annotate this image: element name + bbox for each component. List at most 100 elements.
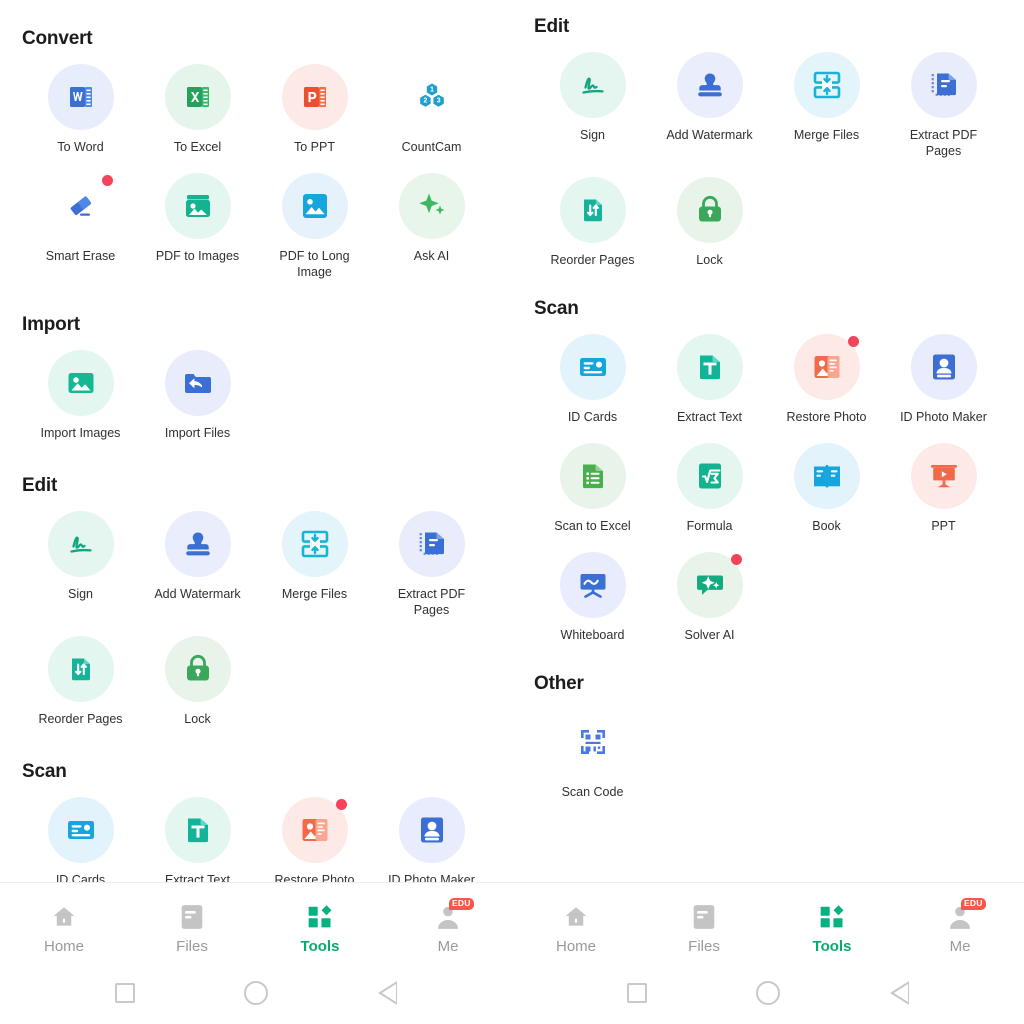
tool-tile-merge-files[interactable]: Merge Files	[256, 511, 373, 618]
square-icon[interactable]	[114, 983, 135, 1003]
tool-tile-to-excel[interactable]: To Excel	[139, 64, 256, 155]
tool-tile-label: Import Images	[40, 426, 121, 440]
tab-label: Files	[688, 938, 720, 955]
word-icon	[47, 64, 114, 130]
tool-tile-to-ppt[interactable]: To PPT	[256, 64, 373, 155]
tool-tile-sign[interactable]: Sign	[22, 511, 139, 618]
lock-icon	[164, 636, 231, 702]
tool-grid: To Word To Excel To PPT 1 2 3 CountCam Smart Er…	[22, 64, 490, 280]
long-image-icon	[281, 173, 348, 239]
tab-tools[interactable]: Tools	[777, 902, 887, 955]
right-screen: Edit Sign Add Watermark Merge Files Extract …	[512, 0, 1024, 1024]
tool-tile-restore-photo[interactable]: Restore Photo	[768, 334, 885, 425]
tool-tile-label: Formula	[686, 519, 733, 533]
tool-tile-to-word[interactable]: To Word	[22, 64, 139, 155]
tool-tile-smart-erase[interactable]: Smart Erase	[22, 173, 139, 280]
tool-tile-sign[interactable]: Sign	[534, 52, 651, 159]
tool-grid: ID Cards Extract Text Restore Photo ID Phot…	[534, 334, 1002, 643]
tool-tile-id-cards[interactable]: ID Cards	[22, 797, 139, 882]
tool-tile-add-watermark[interactable]: Add Watermark	[139, 511, 256, 618]
tool-tile-scan-code[interactable]: Scan Code	[534, 709, 651, 800]
left-screen-content: Convert To Word To Excel To PPT 1 2 3 CountCam S…	[0, 0, 512, 882]
tool-section: Import Import Images Import Files	[22, 314, 490, 441]
tool-tile-add-watermark[interactable]: Add Watermark	[651, 52, 768, 159]
tool-tile-label: Extract Text	[164, 873, 231, 882]
right-screen-content: Edit Sign Add Watermark Merge Files Extract …	[512, 0, 1024, 882]
tab-home[interactable]: Home	[521, 902, 631, 955]
tool-tile-label: Import Files	[164, 426, 231, 440]
tool-tile-label: PDF to Long Image	[279, 249, 350, 279]
tool-tile-extract-text[interactable]: Extract Text	[139, 797, 256, 882]
tool-tile-scan-to-excel[interactable]: Scan to Excel	[534, 443, 651, 534]
tool-grid: Sign Add Watermark Merge Files Extract PDF …	[534, 52, 1002, 268]
tool-tile-label: ID Photo Maker	[900, 410, 987, 424]
tool-tile-countcam[interactable]: 1 2 3 CountCam	[373, 64, 490, 155]
tab-home[interactable]: Home	[9, 902, 119, 955]
circle-icon[interactable]	[756, 981, 781, 1005]
tool-tile-restore-photo[interactable]: Restore Photo	[256, 797, 373, 882]
tool-tile-ask-ai[interactable]: Ask AI	[373, 173, 490, 280]
folder-arrow-icon	[164, 350, 231, 416]
tool-tile-label: Solver AI	[684, 628, 735, 642]
tool-tile-pdf-to-images[interactable]: PDF to Images	[139, 173, 256, 280]
bottom-nav-left: Home Files Tools EDU Me	[0, 882, 512, 1024]
tool-tile-extract-text[interactable]: Extract Text	[651, 334, 768, 425]
square-icon[interactable]	[626, 983, 647, 1003]
tool-tile-label: CountCam	[401, 140, 462, 154]
tool-tile-label: Merge Files	[281, 587, 348, 601]
svg-text:2: 2	[423, 96, 427, 105]
person-icon: EDU	[947, 898, 986, 932]
powerpoint-icon	[281, 64, 348, 130]
tab-label: Home	[43, 938, 84, 955]
triangle-back-icon[interactable]	[890, 981, 910, 1005]
whiteboard-icon	[559, 552, 626, 618]
tool-tile-id-photo-maker[interactable]: ID Photo Maker	[373, 797, 490, 882]
tool-tile-reorder-pages[interactable]: Reorder Pages	[534, 177, 651, 268]
section-title: Scan	[22, 761, 67, 782]
svg-text:3: 3	[436, 96, 440, 105]
tool-tile-lock[interactable]: Lock	[651, 177, 768, 268]
tool-tile-solver-ai[interactable]: Solver AI	[651, 552, 768, 643]
tool-grid: Sign Add Watermark Merge Files Extract PDF …	[22, 511, 490, 727]
tool-tile-lock[interactable]: Lock	[139, 636, 256, 727]
tool-tile-extract-pdf-pages[interactable]: Extract PDF Pages	[373, 511, 490, 618]
tool-tile-whiteboard[interactable]: Whiteboard	[534, 552, 651, 643]
signature-icon	[559, 52, 626, 118]
tab-tools[interactable]: Tools	[265, 902, 375, 955]
stamp-icon	[676, 52, 743, 118]
countcam-icon: 123	[399, 64, 465, 130]
tab-files[interactable]: Files	[137, 902, 247, 955]
tool-tile-label: To Excel	[173, 140, 222, 154]
triangle-back-icon[interactable]	[378, 981, 398, 1005]
tab-me[interactable]: EDU Me	[905, 898, 1015, 955]
svg-text:1: 1	[430, 84, 434, 93]
tool-tile-formula[interactable]: Formula	[651, 443, 768, 534]
tool-section: Edit Sign Add Watermark Merge Files Extract …	[534, 16, 1002, 268]
tool-tile-extract-pdf-pages[interactable]: Extract PDF Pages	[885, 52, 1002, 159]
tool-tile-label: Lock	[184, 712, 211, 726]
tool-tile-import-images[interactable]: Import Images	[22, 350, 139, 441]
tool-tile-id-photo-maker[interactable]: ID Photo Maker	[885, 334, 1002, 425]
notification-dot-badge	[730, 554, 742, 565]
tool-tile-pdf-to-long-image[interactable]: PDF to Long Image	[256, 173, 373, 280]
tool-section: Convert To Word To Excel To PPT 1 2 3 CountCam S…	[22, 28, 490, 280]
tool-tile-import-files[interactable]: Import Files	[139, 350, 256, 441]
tool-tile-label: ID Photo Maker	[388, 873, 475, 882]
tab-me[interactable]: EDU Me	[393, 898, 503, 955]
tool-tile-id-cards[interactable]: ID Cards	[534, 334, 651, 425]
text-doc-icon	[164, 797, 231, 863]
tool-tile-label: Sign	[579, 128, 606, 142]
tool-tile-reorder-pages[interactable]: Reorder Pages	[22, 636, 139, 727]
tab-files[interactable]: Files	[649, 902, 759, 955]
tool-section: Edit Sign Add Watermark Merge Files Extract …	[22, 475, 490, 727]
tool-tile-label: Ask AI	[413, 249, 450, 263]
tab-bar: Home Files Tools EDU Me	[0, 883, 512, 970]
section-title: Import	[22, 314, 80, 335]
tool-tile-merge-files[interactable]: Merge Files	[768, 52, 885, 159]
circle-icon[interactable]	[244, 981, 269, 1005]
edu-badge: EDU	[961, 898, 986, 910]
tool-tile-ppt[interactable]: PPT	[885, 443, 1002, 534]
restore-photo-icon	[793, 334, 860, 400]
lock-icon	[676, 177, 743, 243]
tool-tile-book[interactable]: Book	[768, 443, 885, 534]
